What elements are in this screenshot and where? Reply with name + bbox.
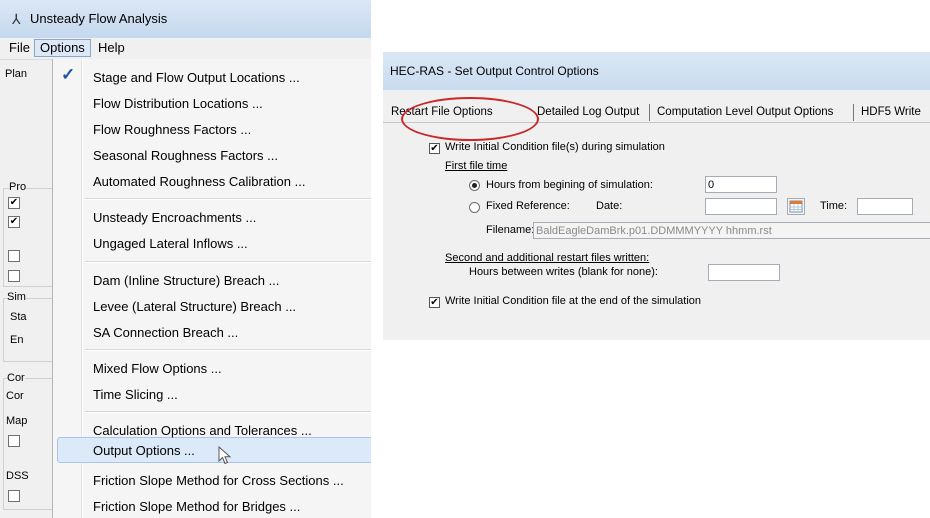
menu-options[interactable]: Options [34, 39, 91, 57]
tab-computation-level-output[interactable]: Computation Level Output Options [657, 106, 833, 118]
menu-item-time-slicing[interactable]: Time Slicing ... [93, 387, 178, 402]
app-icon: ⅄ [12, 11, 21, 27]
filename-field: BaldEagleDamBrk.p01.DDMMMYYYY hhmm.rst [533, 222, 930, 239]
checkbox[interactable] [8, 250, 20, 262]
second-restart-label: Second and additional restart files writ… [445, 252, 650, 264]
menu-item-levee-breach[interactable]: Levee (Lateral Structure) Breach ... [93, 299, 296, 314]
sta-label: Sta [10, 311, 27, 323]
hours-between-input[interactable] [708, 264, 780, 281]
menu-item-calculation-options[interactable]: Calculation Options and Tolerances ... [93, 423, 312, 438]
title-bar: HEC-RAS - Set Output Control Options [383, 52, 930, 90]
menu-item-unsteady-encroachments[interactable]: Unsteady Encroachments ... [93, 210, 256, 225]
time-label: Time: [820, 200, 848, 212]
menu-item-seasonal-roughness[interactable]: Seasonal Roughness Factors ... [93, 148, 278, 163]
sim-label: Sim [7, 291, 26, 303]
menu-item-friction-slope-cross-sections[interactable]: Friction Slope Method for Cross Sections… [93, 473, 344, 488]
write-end-checkbox[interactable]: ✔ [429, 297, 440, 308]
menu-item-output-options[interactable]: Output Options ... [93, 443, 195, 458]
menu-separator [85, 261, 371, 263]
checkmark-icon: ✓ [61, 65, 76, 84]
time-input[interactable] [857, 198, 913, 215]
checkbox[interactable] [8, 270, 20, 282]
first-file-time-label: First file time [445, 160, 508, 172]
tab-detailed-log-output[interactable]: Detailed Log Output [537, 106, 639, 118]
window-title: HEC-RAS - Set Output Control Options [390, 64, 599, 78]
write-initial-label: Write Initial Condition file(s) during s… [445, 141, 665, 153]
cor-label-2: Cor [6, 390, 24, 402]
write-initial-checkbox[interactable]: ✔ [429, 143, 440, 154]
hours-from-radio[interactable] [469, 180, 480, 191]
menu-separator [85, 198, 371, 200]
tab-separator [649, 104, 650, 121]
menu-item-mixed-flow[interactable]: Mixed Flow Options ... [93, 361, 222, 376]
menu-item-friction-slope-bridges[interactable]: Friction Slope Method for Bridges ... [93, 499, 300, 514]
pro-label: Pro [9, 181, 27, 193]
checkbox[interactable]: ✔ [8, 216, 20, 228]
date-label: Date: [596, 200, 623, 212]
map-label: Map [6, 415, 28, 427]
menu-item-flow-roughness[interactable]: Flow Roughness Factors ... [93, 122, 251, 137]
tab-separator [853, 104, 854, 121]
cor-label-1: Cor [7, 372, 25, 384]
menu-item-flow-distribution[interactable]: Flow Distribution Locations ... [93, 96, 263, 111]
checkbox[interactable] [8, 435, 20, 447]
annotation-ellipse [401, 97, 539, 141]
window-title: Unsteady Flow Analysis [30, 11, 168, 26]
menu-bar: File Options Help [0, 38, 371, 60]
menu-item-sa-connection-breach[interactable]: SA Connection Breach ... [93, 325, 238, 340]
menu-help[interactable]: Help [93, 40, 130, 56]
mouse-cursor-icon [218, 446, 232, 465]
group-box [3, 298, 52, 362]
checkbox[interactable] [8, 490, 20, 502]
write-end-label: Write Initial Condition file at the end … [445, 295, 701, 307]
checkbox[interactable]: ✔ [8, 197, 20, 209]
menu-item-dam-breach[interactable]: Dam (Inline Structure) Breach ... [93, 273, 279, 288]
tab-hdf5-write[interactable]: HDF5 Write [861, 106, 921, 118]
filename-label: Filename: [486, 224, 535, 236]
en-label: En [10, 334, 24, 346]
date-input[interactable] [705, 198, 777, 215]
hours-between-label: Hours between writes (blank for none): [469, 266, 658, 278]
menu-separator [85, 411, 371, 413]
plan-label: Plan [5, 68, 28, 80]
unsteady-flow-window: ⅄ Unsteady Flow Analysis File Options He… [0, 0, 371, 518]
dss-label: DSS [6, 470, 29, 482]
calendar-icon[interactable] [787, 198, 805, 215]
menu-file[interactable]: File [4, 40, 35, 56]
menu-separator [85, 349, 371, 351]
title-bar: ⅄ Unsteady Flow Analysis [0, 0, 371, 38]
menu-item-automated-roughness[interactable]: Automated Roughness Calibration ... [93, 174, 305, 189]
fixed-reference-label: Fixed Reference: [486, 200, 570, 212]
menu-item-ungaged-lateral-inflows[interactable]: Ungaged Lateral Inflows ... [93, 236, 248, 251]
hours-from-input[interactable]: 0 [705, 176, 777, 193]
menu-item-stage-flow-output[interactable]: Stage and Flow Output Locations ... [93, 70, 300, 85]
hours-from-label: Hours from begining of simulation: [486, 179, 653, 191]
options-dropdown-menu: ✓ Stage and Flow Output Locations ... Fl… [52, 59, 371, 518]
fixed-reference-radio[interactable] [469, 202, 480, 213]
output-control-window: HEC-RAS - Set Output Control Options Res… [383, 52, 930, 340]
